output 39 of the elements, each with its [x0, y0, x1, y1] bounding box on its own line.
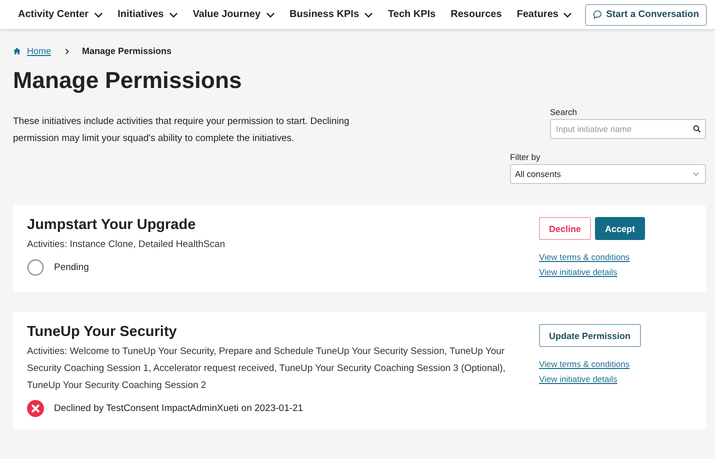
chevron-down-icon [266, 12, 275, 18]
chevron-down-icon [168, 12, 178, 18]
nav-menu-item[interactable]: Tech KPIs [388, 9, 436, 20]
chat-bubble-icon [593, 10, 602, 19]
link[interactable]: View initiative details [539, 372, 618, 387]
nav-menu-item[interactable]: Business KPIs [290, 9, 374, 20]
initiative-title: Jumpstart Your Upgrade [27, 217, 197, 233]
search-field[interactable]: Input initiative name [550, 119, 706, 139]
home-icon [13, 47, 21, 55]
chevron-down-icon [364, 12, 374, 18]
status-text: Pending [54, 262, 89, 273]
update-button[interactable]: Update Permission [539, 324, 641, 347]
link[interactable]: View terms & conditions [539, 357, 630, 372]
chevron-right-icon [65, 48, 70, 54]
nav-menu-item[interactable]: Features [516, 9, 572, 20]
link[interactable]: View terms & conditions [539, 250, 630, 265]
search-label: Search [550, 107, 578, 117]
filter-dropdown[interactable]: All consents [510, 164, 706, 184]
status-text: Declined by TestConsent ImpactAdminXueti on 2023-01-21 [54, 403, 304, 414]
decline-button[interactable]: Decline [539, 217, 592, 240]
nav-menu-item[interactable]: Value Journey [192, 9, 275, 20]
link[interactable]: View initiative details [539, 265, 618, 280]
page-title: Manage Permissions [13, 67, 243, 95]
chevron-down-icon [693, 172, 699, 176]
breadcrumb-current: Manage Permissions [82, 46, 172, 56]
search-icon [693, 125, 701, 133]
nav-menu-item[interactable]: Resources [450, 9, 502, 20]
breadcrumb-link[interactable]: Home [27, 46, 52, 56]
chevron-down-icon [563, 12, 572, 18]
accept-button[interactable]: Accept [595, 217, 646, 240]
chevron-down-icon [94, 12, 103, 18]
initiative-title: TuneUp Your Security [27, 324, 178, 340]
activities-text: Activities: Instance Clone, Detailed HealthScan [27, 238, 226, 252]
description-text: These initiatives include activities that require your permission to start. Declining permission may limit your squad's ability to complete the initiatives. [13, 115, 350, 146]
start-conversation-button[interactable]: Start a Conversation [585, 4, 707, 26]
nav-menu-item[interactable]: Activity Center [18, 9, 103, 20]
filter-label: Filter by [510, 152, 542, 162]
nav-menu-item[interactable]: Initiatives [118, 9, 178, 20]
activities-text: Activities: Welcome to TuneUp Your Security, Prepare and Schedule TuneUp Your Security Session, TuneUp Your Security Coaching Session 1, Accelerator request received, TuneUp Your Security Coaching Session 3 (Optional), TuneUp Your Security Coaching Session 2 [27, 345, 506, 393]
